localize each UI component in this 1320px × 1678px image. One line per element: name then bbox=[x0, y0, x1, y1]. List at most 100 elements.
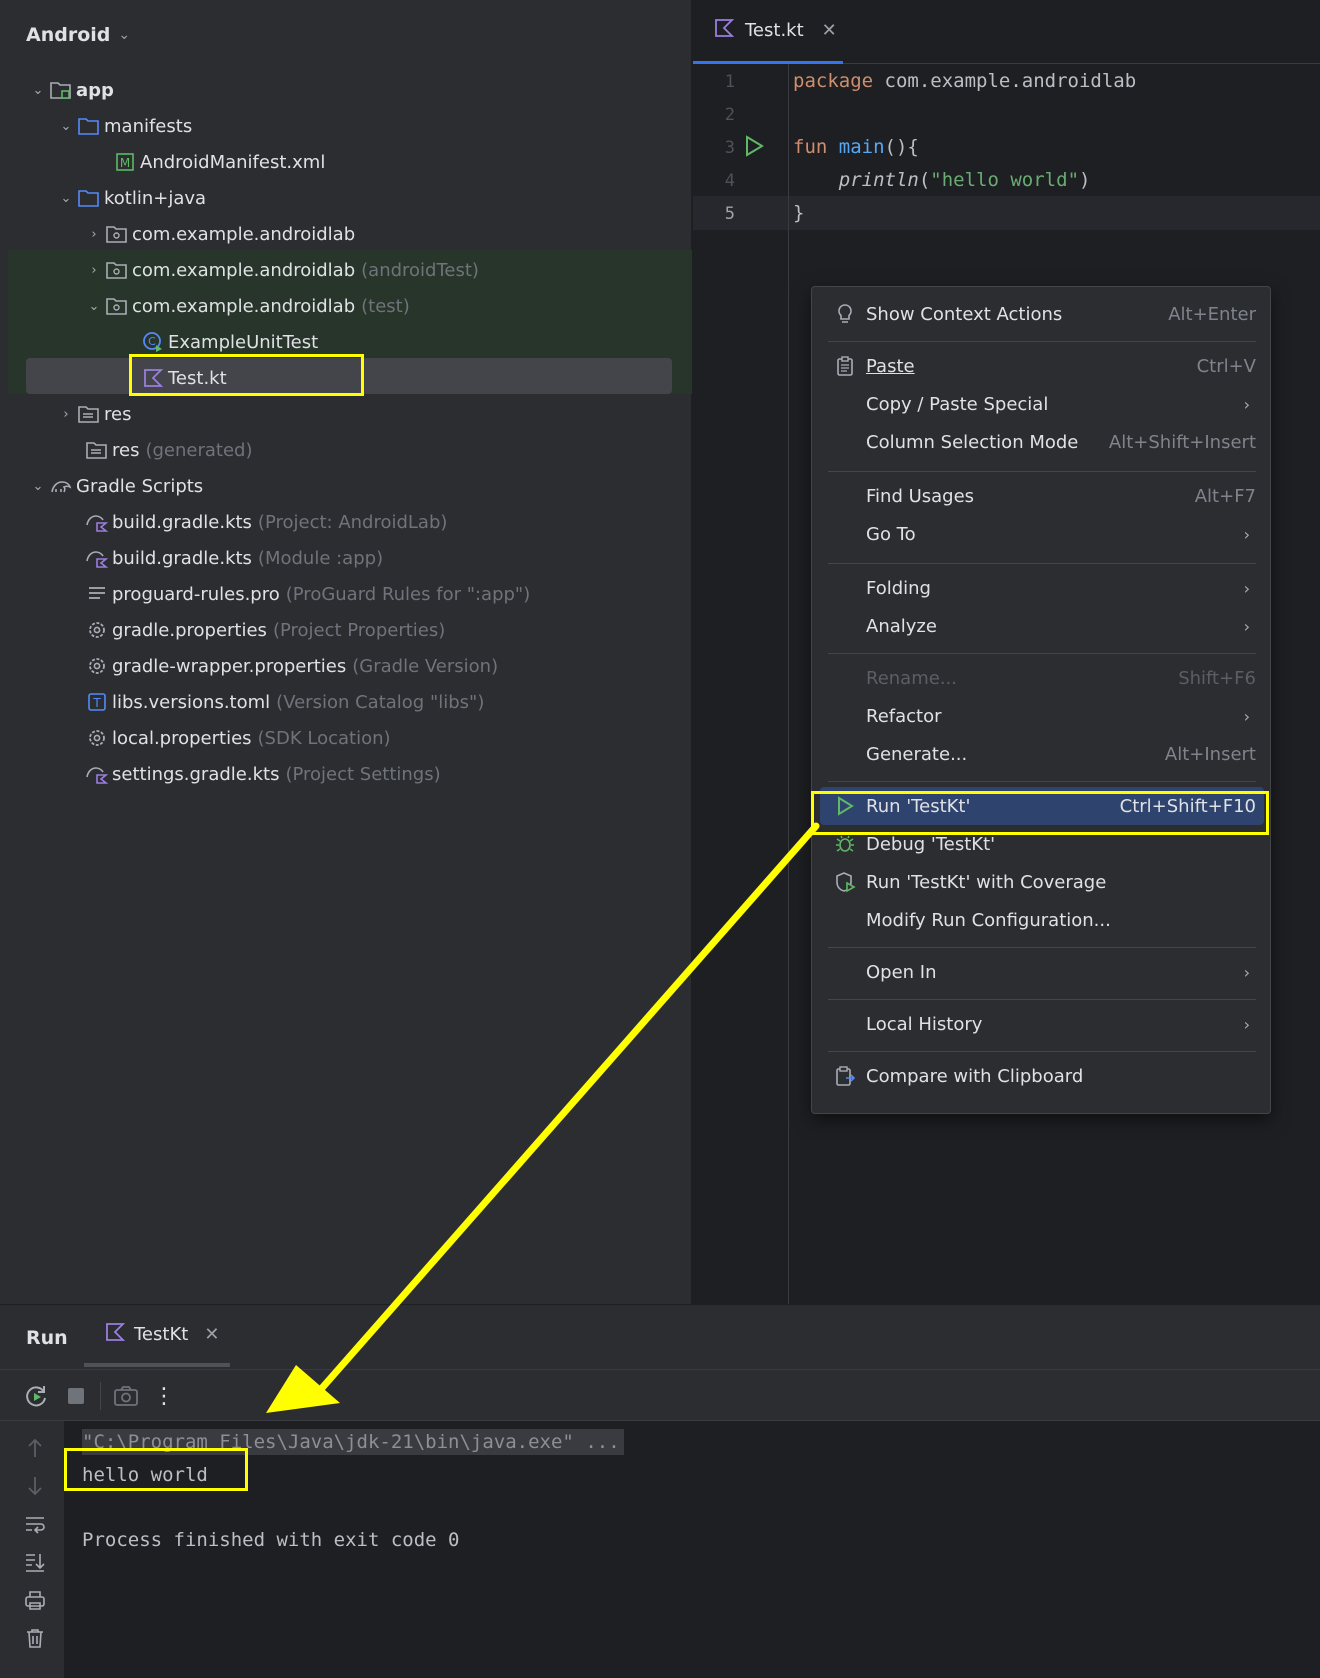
tree-item-manifest-file[interactable]: M AndroidManifest.xml bbox=[0, 144, 692, 180]
code-keyword: package bbox=[793, 70, 874, 92]
menu-item-folding[interactable]: Folding › bbox=[820, 569, 1264, 607]
tree-item-libs-versions[interactable]: T libs.versions.toml (Version Catalog "l… bbox=[0, 684, 692, 720]
menu-item-label: Find Usages bbox=[866, 485, 975, 507]
editor-tab-bar: Test.kt ✕ bbox=[693, 0, 1320, 64]
more-options-icon[interactable]: ⋮ bbox=[150, 1382, 178, 1410]
tree-item-build-gradle-module[interactable]: build.gradle.kts (Module :app) bbox=[0, 540, 692, 576]
arrow-down-icon[interactable] bbox=[22, 1473, 48, 1499]
soft-wrap-icon[interactable] bbox=[22, 1511, 48, 1537]
toolbar-separator bbox=[100, 1382, 101, 1410]
tree-item-settings-gradle[interactable]: settings.gradle.kts (Project Settings) bbox=[0, 756, 692, 792]
menu-item-shortcut: Alt+Enter bbox=[1168, 303, 1256, 325]
tree-item-package-test[interactable]: ⌄ com.example.androidlab (test) bbox=[0, 288, 692, 324]
editor-gutter[interactable]: 1 2 3 4 5 bbox=[693, 64, 789, 1304]
highlight-box-test-kt bbox=[129, 354, 364, 396]
chevron-right-icon: › bbox=[1243, 578, 1250, 598]
menu-item-label: Copy / Paste Special bbox=[866, 393, 1049, 415]
tree-item-label: manifests bbox=[104, 115, 193, 137]
rerun-icon[interactable] bbox=[22, 1382, 50, 1410]
code-line-3: fun main(){ bbox=[793, 136, 919, 158]
toml-file-icon: T bbox=[84, 691, 110, 713]
menu-item-find-usages[interactable]: Find Usages Alt+F7 bbox=[820, 477, 1264, 515]
chevron-down-icon[interactable]: ⌄ bbox=[28, 479, 48, 494]
tree-item-gradle-scripts[interactable]: ⌄ Gradle Scripts bbox=[0, 468, 692, 504]
menu-item-paste[interactable]: Paste Ctrl+V bbox=[820, 347, 1264, 385]
close-icon[interactable]: ✕ bbox=[204, 1324, 219, 1345]
menu-item-generate[interactable]: Generate... Alt+Insert bbox=[820, 735, 1264, 773]
tree-item-package-main[interactable]: › com.example.androidlab bbox=[0, 216, 692, 252]
menu-item-compare-with-clipboard[interactable]: Compare with Clipboard bbox=[820, 1057, 1264, 1095]
menu-item-copy-paste-special[interactable]: Copy / Paste Special › bbox=[820, 385, 1264, 423]
project-view-selector[interactable]: Android ⌄ bbox=[26, 20, 130, 50]
menu-item-shortcut: Alt+Insert bbox=[1164, 743, 1256, 765]
code-text: com.example.androidlab bbox=[873, 70, 1137, 92]
menu-item-show-context-actions[interactable]: Show Context Actions Alt+Enter bbox=[820, 295, 1264, 333]
editor-tab-test-kt[interactable]: Test.kt ✕ bbox=[693, 0, 843, 64]
tree-item-app[interactable]: ⌄ app bbox=[0, 72, 692, 108]
menu-item-open-in[interactable]: Open In › bbox=[820, 953, 1264, 991]
close-icon[interactable]: ✕ bbox=[822, 20, 837, 41]
menu-item-column-selection-mode[interactable]: Column Selection Mode Alt+Shift+Insert bbox=[820, 423, 1264, 461]
tree-item-kotlin-java[interactable]: ⌄ kotlin+java bbox=[0, 180, 692, 216]
chevron-right-icon: › bbox=[1243, 616, 1250, 636]
run-window-title: Run bbox=[26, 1327, 68, 1349]
gradle-kotlin-file-icon bbox=[84, 763, 110, 785]
tree-item-hint: (Gradle Version) bbox=[352, 655, 499, 677]
menu-item-modify-run-configuration[interactable]: Modify Run Configuration... bbox=[820, 901, 1264, 939]
menu-item-local-history[interactable]: Local History › bbox=[820, 1005, 1264, 1043]
menu-item-label: Open In bbox=[866, 961, 937, 983]
svg-text:T: T bbox=[92, 696, 101, 710]
menu-item-run-with-coverage[interactable]: Run 'TestKt' with Coverage bbox=[820, 863, 1264, 901]
tree-item-build-gradle-project[interactable]: build.gradle.kts (Project: AndroidLab) bbox=[0, 504, 692, 540]
tree-item-res[interactable]: › res bbox=[0, 396, 692, 432]
trash-icon[interactable] bbox=[22, 1625, 48, 1651]
menu-item-go-to[interactable]: Go To › bbox=[820, 515, 1264, 553]
tree-item-proguard[interactable]: proguard-rules.pro (ProGuard Rules for "… bbox=[0, 576, 692, 612]
console-output[interactable]: "C:\Program Files\Java\jdk-21\bin\java.e… bbox=[64, 1421, 1320, 1678]
highlight-box-run-item bbox=[811, 791, 1269, 835]
chevron-down-icon[interactable]: ⌄ bbox=[28, 83, 48, 98]
tree-item-hint: (SDK Location) bbox=[257, 727, 391, 749]
chevron-down-icon[interactable]: ⌄ bbox=[56, 191, 76, 206]
menu-separator bbox=[828, 471, 1256, 472]
run-gutter-icon[interactable] bbox=[743, 134, 765, 163]
stop-icon[interactable] bbox=[62, 1382, 90, 1410]
camera-icon[interactable] bbox=[112, 1382, 140, 1410]
tree-item-local-properties[interactable]: local.properties (SDK Location) bbox=[0, 720, 692, 756]
menu-item-refactor[interactable]: Refactor › bbox=[820, 697, 1264, 735]
tree-item-res-generated[interactable]: res (generated) bbox=[0, 432, 692, 468]
debug-bug-icon bbox=[834, 833, 856, 855]
code-text: ( bbox=[918, 169, 931, 191]
chevron-right-icon[interactable]: › bbox=[84, 227, 104, 242]
chevron-right-icon[interactable]: › bbox=[84, 263, 104, 278]
tree-item-manifests[interactable]: ⌄ manifests bbox=[0, 108, 692, 144]
menu-item-label: Column Selection Mode bbox=[866, 431, 1079, 453]
menu-separator bbox=[828, 947, 1256, 948]
manifest-file-icon: M bbox=[112, 151, 138, 173]
tree-item-gradle-properties[interactable]: gradle.properties (Project Properties) bbox=[0, 612, 692, 648]
code-keyword: fun bbox=[793, 136, 828, 158]
tree-item-package-androidtest[interactable]: › com.example.androidlab (androidTest) bbox=[0, 252, 692, 288]
scroll-to-end-icon[interactable] bbox=[22, 1549, 48, 1575]
resource-folder-icon bbox=[84, 439, 110, 461]
tree-item-hint: (Project Properties) bbox=[272, 619, 446, 641]
line-number: 4 bbox=[724, 171, 735, 191]
menu-item-analyze[interactable]: Analyze › bbox=[820, 607, 1264, 645]
arrow-up-icon[interactable] bbox=[22, 1435, 48, 1461]
tree-item-label: app bbox=[76, 79, 114, 101]
print-icon[interactable] bbox=[22, 1587, 48, 1613]
tree-item-hint: (ProGuard Rules for ":app") bbox=[285, 583, 531, 605]
menu-separator bbox=[828, 1051, 1256, 1052]
chevron-down-icon[interactable]: ⌄ bbox=[56, 119, 76, 134]
folder-icon bbox=[76, 187, 102, 209]
highlight-box-console-output bbox=[64, 1448, 248, 1491]
chevron-right-icon[interactable]: › bbox=[56, 407, 76, 422]
tree-item-label: res bbox=[112, 439, 140, 461]
editor-tab-label: Test.kt bbox=[745, 20, 804, 41]
tree-item-gradle-wrapper[interactable]: gradle-wrapper.properties (Gradle Versio… bbox=[0, 648, 692, 684]
menu-item-label: Show Context Actions bbox=[866, 303, 1063, 325]
run-tab-testkt[interactable]: TestKt ✕ bbox=[84, 1305, 230, 1367]
code-function: main bbox=[838, 136, 885, 158]
menu-separator bbox=[828, 781, 1256, 782]
chevron-down-icon[interactable]: ⌄ bbox=[84, 299, 104, 314]
